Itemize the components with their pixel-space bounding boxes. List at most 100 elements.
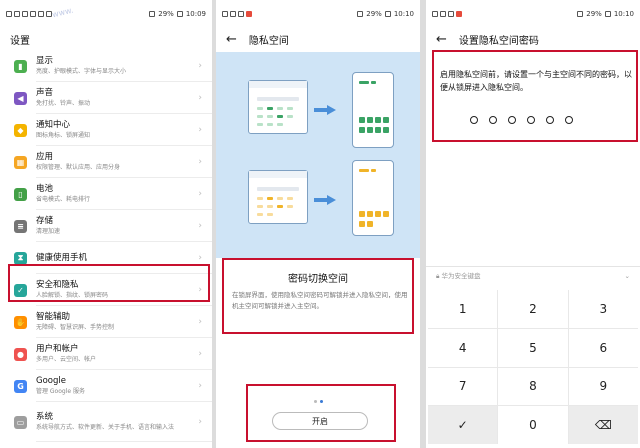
digit-key[interactable]: 6 — [568, 328, 638, 367]
password-digit-slot — [546, 116, 554, 124]
settings-item-text: Google 管理 Google 服务 — [36, 376, 212, 396]
settings-screen: 29% 10:09 设置 ▮ 显示 亮度、护眼模式、字体与显示大小 › ◀ 声音 免打扰、铃声… — [0, 0, 212, 448]
page-indicator — [314, 400, 323, 403]
settings-item-text: 安全和隐私 人脸解锁、指纹、锁屏密码 — [36, 280, 212, 300]
settings-item-title: 安全和隐私 — [36, 280, 79, 290]
settings-item-subtitle: 管理 Google 服务 — [36, 388, 85, 395]
status-bar: 29% 10:10 — [216, 0, 420, 28]
settings-item[interactable]: ▦ 应用 权限管理、默认应用、应用分身 › — [0, 146, 212, 178]
chevron-right-icon: › — [198, 125, 202, 135]
clock: 10:10 — [393, 10, 414, 18]
password-digit-slot — [470, 116, 478, 124]
settings-item[interactable]: ● 用户和帐户 多用户、云空间、帐户 › — [0, 338, 212, 370]
password-input[interactable] — [470, 116, 573, 124]
settings-item-text: 系统系统导航方式、软件更新、关于手机、语言和输入法 — [36, 412, 212, 432]
digit-key[interactable]: 4 — [428, 328, 498, 367]
chevron-down-icon[interactable]: ⌄ — [625, 272, 630, 280]
chevron-right-icon: › — [198, 61, 202, 71]
status-icons-right: 29% 10:09 — [149, 10, 206, 18]
keyboard-label: 🔒︎ 华为安全键盘 — [436, 272, 481, 280]
settings-item-title: 健康使用手机 — [36, 252, 88, 263]
settings-item[interactable]: ✋ 智能辅助 无障碍、智慧识屏、手势控制 › — [0, 306, 212, 338]
settings-item-subtitle: 多用户、云空间、帐户 — [36, 356, 97, 363]
chevron-right-icon: › — [198, 349, 202, 359]
password-header: ← 设置隐私空间密码 — [426, 28, 640, 50]
battery-text: 29% — [366, 10, 382, 18]
back-arrow-icon[interactable]: ← — [226, 32, 237, 47]
bell-icon: ◆ — [14, 123, 27, 137]
settings-item[interactable]: ≡ 存储 清理加速 › — [0, 210, 212, 242]
settings-item-text: 电池省电模式、耗电排行 — [36, 184, 212, 204]
privacy-heading: 密码切换空间 — [288, 274, 348, 285]
digit-key[interactable]: 8 — [498, 367, 568, 406]
confirm-key[interactable]: ✓ — [428, 406, 498, 444]
settings-item-subtitle: 清理加速 — [36, 228, 61, 235]
enable-button[interactable]: 开启 — [272, 412, 368, 430]
backspace-key[interactable]: ⌫ — [568, 406, 638, 444]
google-icon: G — [14, 379, 27, 393]
apps-icon: ▦ — [14, 155, 27, 169]
settings-item[interactable]: ▭ 系统 系统导航方式、软件更新、关于手机、语言和输入法 › — [0, 402, 212, 442]
settings-item[interactable]: ⧗ 健康使用手机 › — [0, 242, 212, 274]
settings-item[interactable]: ▮ 显示亮度、护眼模式、字体与显示大小 › — [0, 50, 212, 82]
hourglass-icon: ⧗ — [14, 251, 27, 265]
settings-item[interactable]: ▯ 电池 省电模式、耗电排行 › — [0, 178, 212, 210]
password-digit-slot — [508, 116, 516, 124]
storage-icon: ≡ — [14, 219, 27, 233]
digit-key[interactable]: 3 — [568, 290, 638, 328]
status-icons-right: 29% 10:10 — [357, 10, 414, 18]
settings-item[interactable]: ◀ 声音 免打扰、铃声、振动 › — [0, 82, 212, 114]
settings-item-subtitle: 省电模式、耗电排行 — [36, 196, 91, 203]
settings-item-title: 智能辅助 — [36, 312, 71, 322]
status-bar: 29% 10:09 — [0, 0, 212, 28]
display-icon: ▮ — [14, 59, 27, 73]
settings-item[interactable]: ◆ 通知中心 图标角标、锁屏通知 › — [0, 114, 212, 146]
system-icon: ▭ — [14, 415, 27, 429]
chevron-right-icon: › — [198, 317, 202, 327]
settings-item-subtitle: 无障碍、智慧识屏、手势控制 — [36, 324, 115, 331]
digit-key[interactable]: 5 — [498, 328, 568, 367]
clock: 10:10 — [613, 10, 634, 18]
illustration-card-yellow — [248, 170, 308, 224]
digit-key[interactable]: 0 — [498, 406, 568, 444]
settings-item-subtitle: 免打扰、铃声、振动 — [36, 100, 91, 107]
settings-item-title: 应用 — [36, 152, 54, 162]
settings-item-title: 系统 — [36, 412, 54, 422]
divider — [36, 441, 212, 442]
password-description: 启用隐私空间前，请设置一个与主空间不同的密码，以便从锁屏进入隐私空间。 — [440, 70, 632, 92]
highlight-box-password — [432, 50, 638, 142]
settings-item-subtitle: 系统导航方式、软件更新、关于手机、语言和输入法 — [36, 424, 175, 431]
chevron-right-icon: › — [198, 417, 202, 427]
privacy-header: ← 隐私空间 — [216, 28, 420, 50]
digit-key[interactable]: 1 — [428, 290, 498, 328]
digit-key[interactable]: 7 — [428, 367, 498, 406]
settings-item-subtitle: 图标角标、锁屏通知 — [36, 132, 91, 139]
chevron-right-icon: › — [198, 221, 202, 231]
battery-text: 29% — [586, 10, 602, 18]
chevron-right-icon: › — [198, 381, 202, 391]
chevron-right-icon: › — [198, 253, 202, 263]
settings-item-title: 声音 — [36, 88, 54, 98]
settings-item-text: 智能辅助无障碍、智慧识屏、手势控制 — [36, 312, 212, 332]
settings-item-title: 电池 — [36, 184, 54, 194]
settings-item-text: 存储 清理加速 — [36, 216, 212, 236]
settings-item-subtitle: 亮度、护眼模式、字体与显示大小 — [36, 68, 127, 75]
chevron-right-icon: › — [198, 189, 202, 199]
status-icons-right: 29% 10:10 — [577, 10, 634, 18]
status-icons-left — [432, 11, 462, 17]
settings-item-title: 显示 — [36, 56, 54, 66]
digit-key[interactable]: 2 — [498, 290, 568, 328]
digit-key[interactable]: 9 — [568, 367, 638, 406]
sound-icon: ◀ — [14, 91, 27, 105]
illustration-phone-green — [352, 72, 394, 148]
back-arrow-icon[interactable]: ← — [436, 32, 447, 47]
privacy-space-screen: 29% 10:10 ← 隐私空间 密码切换空间 在锁屏界面，使用隐私空间密码可解… — [216, 0, 420, 448]
arrow-right-icon — [314, 105, 336, 115]
settings-item-text: 应用 权限管理、默认应用、应用分身 — [36, 152, 212, 172]
settings-item[interactable]: G Google 管理 Google 服务 › — [0, 370, 212, 402]
settings-item-text: 用户和帐户 多用户、云空间、帐户 — [36, 344, 212, 364]
settings-item[interactable]: ✓ 安全和隐私 人脸解锁、指纹、锁屏密码 › — [0, 274, 212, 306]
status-icons-left — [222, 11, 252, 17]
password-digit-slot — [565, 116, 573, 124]
page-title: 隐私空间 — [248, 35, 289, 47]
